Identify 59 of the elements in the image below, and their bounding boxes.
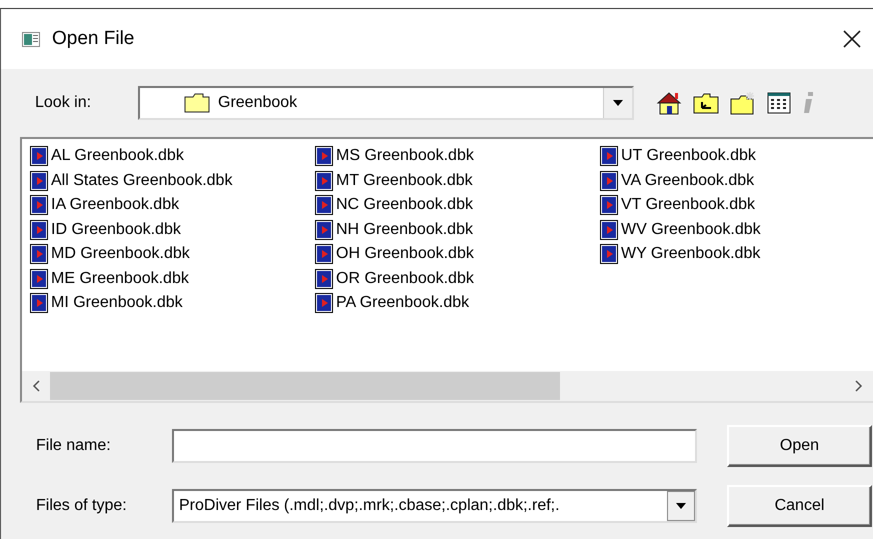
look-in-dropdown[interactable]: Greenbook <box>138 86 634 120</box>
folder-icon <box>184 93 210 113</box>
scroll-left-icon[interactable] <box>32 380 40 392</box>
database-file-icon <box>600 170 618 191</box>
file-item[interactable]: MS Greenbook.dbk <box>315 144 600 168</box>
file-item[interactable]: NH Greenbook.dbk <box>315 218 600 242</box>
file-item[interactable]: VT Greenbook.dbk <box>600 193 873 218</box>
file-name-label: File name: <box>36 437 112 455</box>
house-icon[interactable] <box>656 90 682 116</box>
database-file-icon <box>30 195 48 216</box>
database-file-icon <box>30 146 48 166</box>
file-item[interactable]: OR Greenbook.dbk <box>315 266 600 291</box>
database-file-icon <box>315 170 333 191</box>
file-item[interactable]: MT Greenbook.dbk <box>315 168 600 193</box>
app-icon <box>22 32 40 46</box>
file-item[interactable]: MI Greenbook.dbk <box>30 291 315 316</box>
database-file-icon <box>600 220 618 240</box>
new-folder-icon[interactable] <box>730 91 756 115</box>
details-view-icon[interactable] <box>767 92 791 114</box>
database-file-icon <box>30 170 48 191</box>
file-item[interactable]: WY Greenbook.dbk <box>600 242 873 266</box>
open-button[interactable]: Open <box>727 425 872 467</box>
database-file-icon <box>600 195 618 216</box>
up-folder-icon[interactable] <box>693 92 719 114</box>
scroll-right-icon[interactable] <box>855 380 863 392</box>
file-item[interactable]: WV Greenbook.dbk <box>600 218 873 242</box>
file-type-label: Files of type: <box>36 497 128 515</box>
file-item[interactable]: VA Greenbook.dbk <box>600 168 873 193</box>
database-file-icon <box>30 220 48 240</box>
database-file-icon <box>30 268 48 289</box>
database-file-icon <box>315 220 333 240</box>
file-item[interactable]: ME Greenbook.dbk <box>30 266 315 291</box>
look-in-label: Look in: <box>34 94 92 112</box>
cancel-button[interactable]: Cancel <box>727 485 872 527</box>
file-item[interactable]: OH Greenbook.dbk <box>315 242 600 266</box>
dropdown-arrow-icon <box>613 100 623 106</box>
file-item[interactable]: NC Greenbook.dbk <box>315 193 600 218</box>
database-file-icon <box>315 195 333 216</box>
close-icon[interactable] <box>843 30 861 48</box>
file-type-dropdown[interactable]: ProDiver Files (.mdl;.dvp;.mrk;.cbase;.cplan;.dbk;.ref;. <box>172 489 697 523</box>
file-item[interactable]: MD Greenbook.dbk <box>30 242 315 266</box>
database-file-icon <box>315 268 333 289</box>
database-file-icon <box>600 146 618 166</box>
dropdown-arrow-icon <box>676 503 686 509</box>
horizontal-scrollbar[interactable] <box>22 371 873 401</box>
file-item[interactable]: UT Greenbook.dbk <box>600 144 873 168</box>
file-name-field[interactable] <box>172 429 697 463</box>
file-item[interactable]: ID Greenbook.dbk <box>30 218 315 242</box>
file-item[interactable]: IA Greenbook.dbk <box>30 193 315 218</box>
database-file-icon <box>315 293 333 314</box>
database-file-icon <box>315 244 333 264</box>
database-file-icon <box>315 146 333 166</box>
window-title: Open File <box>52 28 136 50</box>
file-item[interactable]: PA Greenbook.dbk <box>315 291 600 316</box>
database-file-icon <box>30 293 48 314</box>
database-file-icon <box>30 244 48 264</box>
file-item[interactable]: All States Greenbook.dbk <box>30 168 315 193</box>
file-item[interactable]: AL Greenbook.dbk <box>30 144 315 168</box>
database-file-icon <box>600 244 618 264</box>
